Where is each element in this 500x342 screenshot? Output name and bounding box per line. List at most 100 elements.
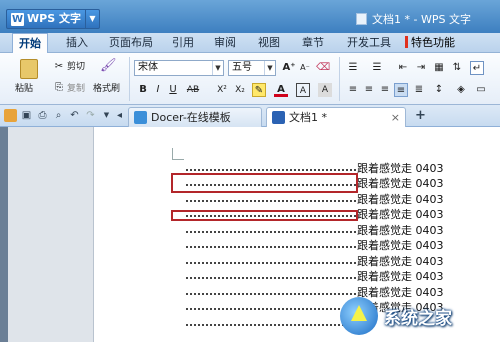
wps-window: W WPS 文字 ▼ 文档1 * - WPS 文字 开始 插入 页面布局 引用 …	[0, 0, 500, 342]
tab-document-1[interactable]: 文档1 * ×	[266, 107, 406, 127]
dotted-leader	[186, 308, 356, 310]
document-line-text: 跟着感觉走 0403	[357, 239, 444, 252]
open-folder-icon[interactable]	[4, 109, 17, 122]
tab-document-label: 文档1 *	[289, 111, 327, 124]
dotted-leader	[186, 277, 356, 279]
tab-insert[interactable]: 插入	[60, 33, 94, 53]
distribute-icon[interactable]: ≣	[412, 83, 426, 97]
shrink-font-button[interactable]: A⁻	[298, 61, 312, 75]
watermark-logo-icon	[340, 297, 378, 335]
font-size-select[interactable]: 五号 ▼	[228, 60, 276, 76]
ribbon-separator	[339, 57, 340, 101]
dotted-leader	[186, 169, 356, 171]
font-color-button[interactable]: A	[274, 83, 288, 97]
tab-special-features[interactable]: 特色功能	[400, 33, 460, 53]
document-line[interactable]: 跟着感觉走 0403	[186, 193, 476, 207]
tab-view[interactable]: 视图	[254, 33, 284, 53]
char-shading-icon[interactable]: A	[318, 83, 332, 97]
chevron-down-icon[interactable]: ▼	[100, 109, 113, 122]
subscript-button[interactable]: X₂	[232, 83, 248, 97]
tab-docer-templates[interactable]: Docer-在线模板	[128, 107, 262, 127]
document-line-text: 跟着感觉走 0403	[357, 270, 444, 283]
tab-home[interactable]: 开始	[12, 33, 48, 53]
cut-button[interactable]: 剪切	[67, 61, 85, 73]
new-tab-button[interactable]: +	[414, 109, 427, 122]
tab-developer[interactable]: 开发工具	[342, 33, 396, 53]
sort-icon[interactable]: ⇅	[450, 61, 464, 75]
font-name-select[interactable]: 宋体 ▼	[134, 60, 224, 76]
scissors-icon[interactable]: ✂	[52, 60, 66, 74]
document-line-text: 跟着感觉走 0403	[357, 177, 444, 190]
watermark-text: 系统之家	[384, 308, 452, 329]
dotted-leader	[186, 231, 356, 233]
bullet-list-icon[interactable]: ☰	[346, 61, 360, 75]
align-left-icon[interactable]: ≡	[346, 83, 360, 97]
document-line[interactable]: 跟着感觉走 0403	[186, 270, 476, 284]
copy-button[interactable]: 复制	[67, 83, 85, 95]
dotted-leader	[186, 200, 356, 202]
title-bar: W WPS 文字 ▼ 文档1 * - WPS 文字	[0, 0, 500, 33]
strikethrough-button[interactable]: AB	[184, 83, 202, 97]
paste-button[interactable]: 粘贴	[15, 83, 33, 95]
tab-chapter[interactable]: 章节	[298, 33, 328, 53]
print-preview-icon[interactable]: ⌕	[52, 109, 65, 122]
undo-icon[interactable]: ↶	[68, 109, 81, 122]
document-icon	[272, 111, 285, 124]
page-margin-marker	[172, 148, 184, 160]
align-center-icon[interactable]: ≡	[362, 83, 376, 97]
line-spacing-icon[interactable]: ↕	[432, 83, 446, 97]
docer-icon	[134, 111, 147, 124]
decrease-indent-icon[interactable]: ⇤	[396, 61, 410, 75]
font-size-value: 五号	[232, 62, 252, 73]
underline-button[interactable]: U	[166, 83, 180, 97]
highlight-box	[171, 173, 358, 193]
char-border-button[interactable]: A	[296, 83, 310, 97]
highlight-box	[171, 210, 358, 221]
tab-review[interactable]: 审阅	[210, 33, 240, 53]
clear-format-icon[interactable]: ⌫	[316, 61, 330, 75]
format-painter-icon[interactable]: 🖌	[100, 59, 117, 75]
justify-icon[interactable]: ≡	[394, 83, 408, 97]
document-line[interactable]: 跟着感觉走 0403	[186, 239, 476, 253]
highlight-icon[interactable]: ✎	[252, 83, 266, 97]
print-icon[interactable]: ⎙	[36, 109, 49, 122]
increase-indent-icon[interactable]: ⇥	[414, 61, 428, 75]
chevron-down-icon[interactable]: ▼	[264, 61, 275, 75]
format-painter-button[interactable]: 格式刷	[93, 83, 120, 95]
ribbon-toolbar: 粘贴 ✂ 剪切 ⎘ 复制 🖌 格式刷 宋体 ▼ 五号 ▼ A⁺ A⁻ ⌫ B I…	[0, 53, 500, 105]
window-title-text: 文档1 * - WPS 文字	[372, 13, 471, 26]
shading-icon[interactable]: ◈	[454, 83, 468, 97]
tab-docer-label: Docer-在线模板	[151, 111, 231, 124]
italic-button[interactable]: I	[151, 83, 165, 97]
chevron-down-icon[interactable]: ▼	[212, 61, 223, 75]
document-line[interactable]: 跟着感觉走 0403	[186, 255, 476, 269]
save-icon[interactable]: ▣	[20, 109, 33, 122]
dotted-leader	[186, 324, 356, 326]
dotted-leader	[186, 293, 356, 295]
bold-button[interactable]: B	[136, 83, 150, 97]
document-tab-bar: ▣ ⎙ ⌕ ↶ ↷ ▼ ◂ Docer-在线模板 文档1 * × +	[0, 105, 500, 127]
close-icon[interactable]: ×	[391, 108, 400, 127]
document-line[interactable]: 跟着感觉走 0403	[186, 224, 476, 238]
wps-app-menu-button[interactable]: W WPS 文字 ▼	[6, 9, 100, 29]
nav-back-icon[interactable]: ◂	[113, 109, 126, 122]
tab-page-layout[interactable]: 页面布局	[104, 33, 158, 53]
font-name-value: 宋体	[138, 62, 158, 73]
paste-icon[interactable]	[20, 59, 38, 79]
tab-references[interactable]: 引用	[168, 33, 198, 53]
grow-font-button[interactable]: A⁺	[282, 61, 296, 75]
numbered-list-icon[interactable]: ☰	[370, 61, 384, 75]
chinese-layout-icon[interactable]: ▦	[432, 61, 446, 75]
align-right-icon[interactable]: ≡	[378, 83, 392, 97]
borders-icon[interactable]: ▭	[474, 83, 488, 97]
superscript-button[interactable]: X²	[214, 83, 230, 97]
site-watermark: 系统之家	[340, 296, 496, 336]
show-marks-icon[interactable]: ↵	[470, 61, 484, 75]
copy-icon[interactable]: ⎘	[52, 81, 66, 95]
redo-icon[interactable]: ↷	[84, 109, 97, 122]
ribbon-separator	[129, 57, 130, 101]
document-line-text: 跟着感觉走 0403	[357, 193, 444, 206]
menu-bar: 开始 插入 页面布局 引用 审阅 视图 章节 开发工具 特色功能	[0, 33, 500, 53]
document-line-text: 跟着感觉走 0403	[357, 255, 444, 268]
chevron-down-icon[interactable]: ▼	[85, 10, 99, 28]
